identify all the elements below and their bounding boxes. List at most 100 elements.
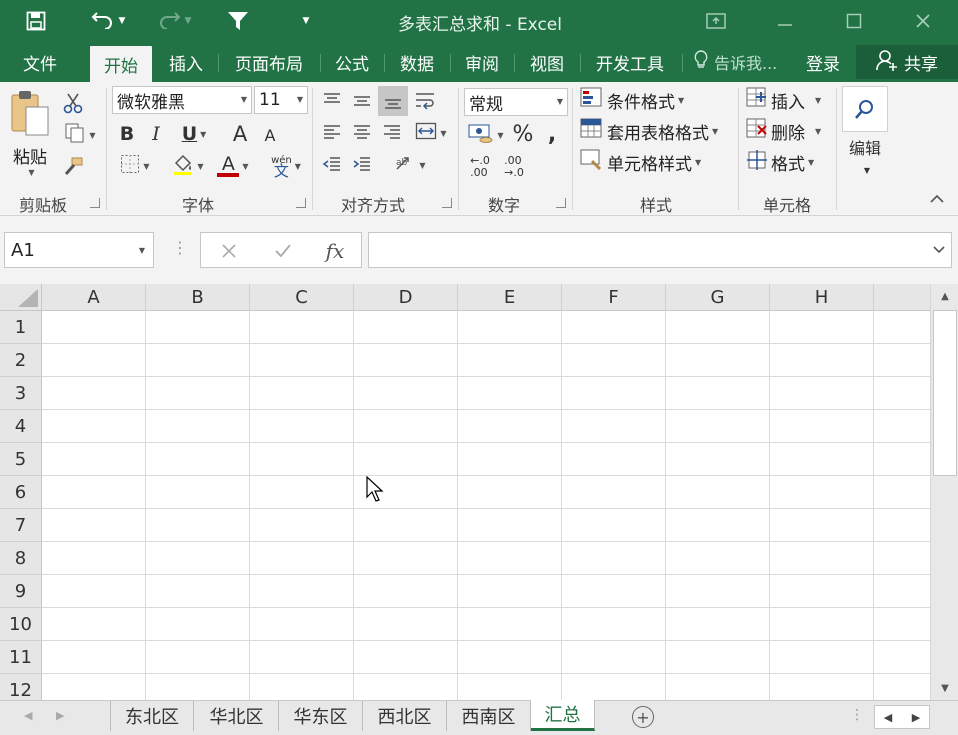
wrap-text-icon[interactable] (410, 88, 440, 114)
formula-input[interactable] (368, 232, 952, 268)
format-painter-icon[interactable] (60, 154, 86, 180)
vertical-scrollbar[interactable]: ▲ ▼ (930, 284, 958, 700)
column-header-g[interactable]: G (666, 284, 770, 311)
scroll-up-icon[interactable]: ▲ (931, 284, 958, 308)
scroll-down-icon[interactable]: ▼ (931, 676, 958, 700)
scroll-right-icon[interactable]: ▶ (905, 708, 927, 726)
scroll-left-icon[interactable]: ◀ (877, 708, 899, 726)
copy-button[interactable]: ▼ (60, 122, 100, 148)
insert-function-button[interactable]: fx (315, 237, 355, 265)
sheet-prev-icon[interactable]: ◀ (24, 709, 32, 722)
orientation-button[interactable]: ab ▼ (390, 152, 430, 178)
row-header-4[interactable]: 4 (0, 410, 42, 443)
accounting-format-button[interactable]: ▼ (464, 122, 508, 148)
tab-developer[interactable]: 开发工具 (586, 42, 674, 82)
tab-review[interactable]: 审阅 (456, 42, 508, 82)
tab-file[interactable]: 文件 (10, 42, 70, 82)
shrink-font-button[interactable]: A (258, 122, 282, 148)
clipboard-launcher-icon[interactable] (90, 198, 100, 208)
cancel-icon[interactable] (209, 237, 249, 265)
sheet-next-icon[interactable]: ▶ (56, 709, 64, 722)
format-as-table-button[interactable]: 套用表格格式 ▼ (580, 117, 732, 145)
redo-button[interactable]: ▼ (150, 8, 198, 34)
merge-dropdown-icon[interactable]: ▼ (440, 129, 446, 138)
paste-dropdown-icon[interactable]: ▼ (28, 168, 34, 177)
filter-icon[interactable] (224, 8, 252, 34)
grow-font-button[interactable]: A (228, 120, 252, 148)
row-header-3[interactable]: 3 (0, 377, 42, 410)
cell-area[interactable] (42, 311, 930, 700)
maximize-icon[interactable] (836, 6, 872, 36)
paste-button[interactable]: 粘贴 ▼ (6, 88, 54, 178)
close-icon[interactable] (905, 6, 941, 36)
enter-check-icon[interactable] (263, 237, 303, 265)
row-header-2[interactable]: 2 (0, 344, 42, 377)
row-header-7[interactable]: 7 (0, 509, 42, 542)
conditional-formatting-button[interactable]: 条件格式 ▼ (580, 86, 710, 114)
ribbon-display-options-icon[interactable] (698, 6, 734, 36)
align-top-icon[interactable] (318, 88, 346, 114)
sheet-tab-xinan[interactable]: 西南区 (447, 701, 531, 731)
font-color-dropdown-icon[interactable]: ▼ (242, 162, 248, 171)
row-header-10[interactable]: 10 (0, 608, 42, 641)
save-icon[interactable] (22, 8, 50, 34)
login-link[interactable]: 登录 (806, 42, 840, 82)
underline-dropdown-icon[interactable]: ▼ (200, 130, 206, 139)
font-size-combo[interactable]: 11 ▼ (254, 86, 308, 114)
align-bottom-icon[interactable] (378, 86, 408, 116)
italic-button[interactable]: I (144, 120, 168, 148)
conditional-formatting-dropdown-icon[interactable]: ▼ (678, 96, 684, 105)
orientation-dropdown-icon[interactable]: ▼ (419, 161, 425, 170)
formula-bar-resize-handle[interactable]: ⋮ (172, 238, 188, 257)
column-header-e[interactable]: E (458, 284, 562, 311)
sheet-tab-huizong[interactable]: 汇总 (531, 700, 595, 731)
alignment-launcher-icon[interactable] (442, 198, 452, 208)
horizontal-scrollbar[interactable]: ◀ ▶ (874, 705, 930, 729)
sheet-tab-xibei[interactable]: 西北区 (363, 701, 447, 731)
align-right-icon[interactable] (378, 120, 406, 146)
row-header-1[interactable]: 1 (0, 311, 42, 344)
decrease-indent-icon[interactable] (318, 152, 346, 178)
copy-dropdown-icon[interactable]: ▼ (89, 131, 95, 140)
column-header-h[interactable]: H (770, 284, 874, 311)
insert-cells-dropdown-icon[interactable]: ▼ (815, 96, 821, 105)
expand-formula-bar-icon[interactable] (933, 243, 945, 257)
borders-button[interactable]: ▼ (114, 152, 156, 180)
tab-split-handle[interactable]: ⋮ (850, 707, 864, 723)
tell-me-box[interactable]: 告诉我... (694, 42, 777, 82)
column-header-b[interactable]: B (146, 284, 250, 311)
tab-view[interactable]: 视图 (520, 42, 574, 82)
align-left-icon[interactable] (318, 120, 346, 146)
delete-cells-dropdown-icon[interactable]: ▼ (815, 127, 821, 136)
cell-styles-dropdown-icon[interactable]: ▼ (695, 158, 701, 167)
fill-color-dropdown-icon[interactable]: ▼ (197, 162, 203, 171)
increase-indent-icon[interactable] (348, 152, 376, 178)
vertical-scroll-thumb[interactable] (933, 310, 957, 476)
format-cells-dropdown-icon[interactable]: ▼ (808, 158, 814, 167)
redo-dropdown-icon[interactable]: ▼ (185, 16, 192, 26)
fill-color-button[interactable]: ▼ (168, 152, 208, 180)
font-name-combo[interactable]: 微软雅黑 ▼ (112, 86, 252, 114)
column-header-f[interactable]: F (562, 284, 666, 311)
editing-label[interactable]: 编辑 (840, 134, 890, 160)
undo-dropdown-icon[interactable]: ▼ (119, 16, 126, 26)
insert-cells-button[interactable]: 插入 ▼ (746, 86, 830, 114)
merge-center-button[interactable]: ▼ (410, 120, 452, 146)
tab-insert[interactable]: 插入 (160, 42, 212, 82)
sheet-tab-dongbei[interactable]: 东北区 (110, 701, 194, 731)
decrease-decimal-button[interactable]: .00 →.0 (498, 152, 530, 182)
comma-button[interactable]: , (540, 120, 564, 148)
search-icon[interactable] (842, 86, 888, 132)
add-sheet-icon[interactable]: + (632, 706, 654, 728)
tab-page-layout[interactable]: 页面布局 (224, 42, 314, 82)
phonetic-dropdown-icon[interactable]: ▼ (295, 162, 301, 171)
column-header-i[interactable]: I (874, 284, 930, 311)
tab-home[interactable]: 开始 (90, 46, 152, 82)
font-launcher-icon[interactable] (296, 198, 306, 208)
name-box[interactable]: A1 ▼ (4, 232, 154, 268)
borders-dropdown-icon[interactable]: ▼ (143, 162, 149, 171)
phonetic-button[interactable]: wén 文 ▼ (266, 152, 306, 180)
format-cells-button[interactable]: 格式 ▼ (746, 148, 830, 176)
row-header-6[interactable]: 6 (0, 476, 42, 509)
row-header-5[interactable]: 5 (0, 443, 42, 476)
